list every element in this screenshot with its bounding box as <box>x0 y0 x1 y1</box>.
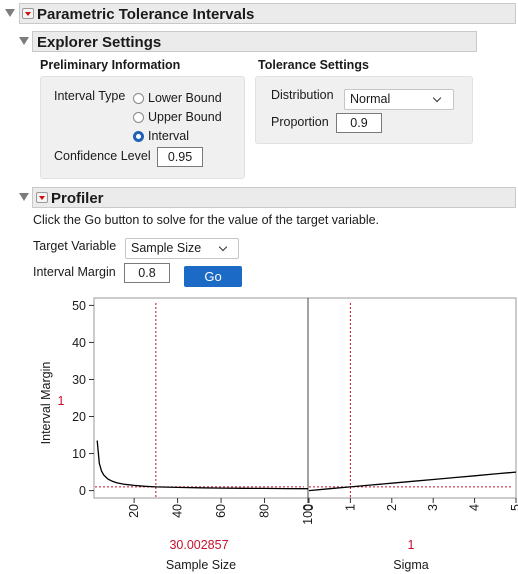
radio-lower-bound[interactable] <box>133 93 144 104</box>
interval-type-label: Interval Type <box>54 89 126 103</box>
tolerance-settings-panel <box>255 76 473 144</box>
y-axis-label: Interval Margin <box>39 362 53 445</box>
confidence-level-input[interactable]: 0.95 <box>157 147 203 167</box>
x-tick-label-sigma: 2 <box>385 504 399 511</box>
profiler-red-triangle-menu-icon[interactable] <box>36 192 48 203</box>
x-tick-label-sample-size: 100 <box>301 504 315 525</box>
x-tick-label-sigma: 5 <box>509 504 518 511</box>
chevron-down-icon <box>432 93 442 103</box>
confidence-level-label: Confidence Level <box>54 149 151 163</box>
target-variable-value: Sample Size <box>131 241 202 255</box>
go-button[interactable]: Go <box>184 266 242 287</box>
profiler-instruction: Click the Go button to solve for the val… <box>33 213 380 227</box>
distribution-value: Normal <box>350 92 391 106</box>
x-axis-label-sample-size: Sample Size <box>166 558 236 572</box>
outline-collapse-icon[interactable] <box>5 9 15 17</box>
x-tick-label-sigma: 1 <box>343 504 357 511</box>
explorer-collapse-icon[interactable] <box>19 37 29 45</box>
proportion-input[interactable]: 0.9 <box>336 113 382 133</box>
y-current-value: 1 <box>58 394 65 408</box>
explorer-settings-header: Explorer Settings <box>32 31 477 52</box>
y-tick-label: 10 <box>72 447 86 461</box>
distribution-label: Distribution <box>271 88 334 102</box>
x-tick-label-sigma: 3 <box>426 504 440 511</box>
x-tick-label-sample-size: 40 <box>171 504 185 518</box>
x-axis-label-sigma: Sigma <box>393 558 428 572</box>
interval-margin-label: Interval Margin <box>33 265 116 279</box>
y-tick-label: 20 <box>72 410 86 424</box>
distribution-select[interactable]: Normal <box>344 89 454 110</box>
x-tick-label-sample-size: 20 <box>127 504 141 518</box>
proportion-label: Proportion <box>271 115 329 129</box>
y-tick-label: 40 <box>72 336 86 350</box>
profiler-title: Profiler <box>51 190 104 207</box>
y-tick-label: 0 <box>79 484 86 498</box>
profiler-header: Profiler <box>32 187 516 208</box>
radio-lower-bound-label[interactable]: Lower Bound <box>148 91 222 105</box>
y-tick-label: 50 <box>72 299 86 313</box>
x-current-value-sigma: 1 <box>408 538 415 552</box>
radio-interval-label[interactable]: Interval <box>148 129 189 143</box>
profile-curve-sample-size <box>96 440 309 490</box>
plot-frame <box>93 297 517 499</box>
report-title: Parametric Tolerance Intervals <box>37 6 255 23</box>
x-current-value-sample-size: 30.002857 <box>169 538 228 552</box>
radio-interval[interactable] <box>133 131 144 142</box>
radio-upper-bound[interactable] <box>133 112 144 123</box>
explorer-settings-title: Explorer Settings <box>37 34 162 51</box>
profiler-collapse-icon[interactable] <box>19 193 29 201</box>
y-tick-label: 30 <box>72 373 86 387</box>
profile-curve-sigma <box>308 471 517 492</box>
target-variable-select[interactable]: Sample Size <box>125 238 239 259</box>
preliminary-information-title: Preliminary Information <box>40 58 181 72</box>
target-variable-label: Target Variable <box>33 239 117 253</box>
interval-margin-input[interactable]: 0.8 <box>124 263 170 283</box>
red-triangle-menu-icon[interactable] <box>22 8 34 19</box>
x-tick-label-sample-size: 80 <box>258 504 272 518</box>
report-header: Parametric Tolerance Intervals <box>19 3 516 24</box>
chevron-down-icon <box>218 242 228 252</box>
x-tick-label-sample-size: 60 <box>214 504 228 518</box>
x-tick-label-sigma: 4 <box>468 504 482 511</box>
x-tick-label-sigma: 0 <box>302 504 316 511</box>
tolerance-settings-title: Tolerance Settings <box>258 58 369 72</box>
radio-upper-bound-label[interactable]: Upper Bound <box>148 110 222 124</box>
